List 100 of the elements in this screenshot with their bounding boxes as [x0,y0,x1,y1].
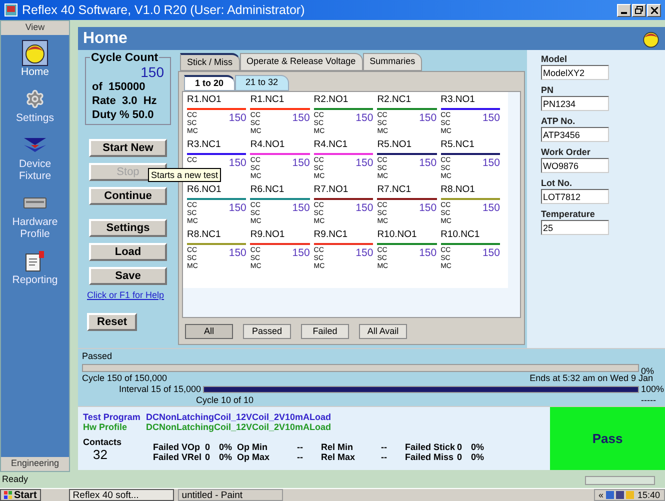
summary-value: DCNonLatchingCoil_12VCoil_2V10mALoad [146,422,332,432]
cycle-text: Cycle 150 of 150,000 [82,373,168,384]
contact-count: 150 [419,202,437,216]
result-text: Pass [592,430,623,448]
contact-count: 150 [228,112,246,126]
taskbar-button[interactable]: Reflex 40 soft... [68,489,174,501]
end-time: Ends at 5:32 am on Wed 9 Jan [530,373,653,384]
stat-value: 0 [457,452,464,462]
contact-count: 150 [292,247,310,261]
stat-value: -- [297,452,304,462]
sidebar-item[interactable]: Home [2,40,68,78]
stat-label: Failed Stick [405,442,456,452]
input-field[interactable]: ModelXY2 [541,65,609,80]
input-field[interactable]: 25 [541,220,609,235]
contact-count: 150 [419,247,437,261]
contact-name: R1.NC1 [250,94,286,106]
help-link[interactable]: Click or F1 for Help [87,289,164,302]
contact-count: 150 [419,112,437,126]
filter-button[interactable]: Passed [243,324,291,339]
contact-name: R10.NC1 [440,229,481,241]
tray-arrow[interactable]: « [598,490,604,500]
clock: 15:40 [637,490,660,500]
sidebar-item[interactable]: Settings [2,86,68,124]
field-label: PN [541,85,555,96]
input-field[interactable]: LOT7812 [541,189,609,204]
stat-value: -- [297,442,304,452]
contact-name: R6.NO1 [187,184,222,196]
tab[interactable]: Operate & Release Voltage [240,53,363,71]
contact-count: 150 [356,157,374,171]
reset-button[interactable]: Reset [87,312,137,330]
document-icon [24,250,46,272]
action-button[interactable]: Load [89,243,167,261]
contact-count: 150 [292,202,310,216]
device-box-icon [23,197,47,209]
window-title: Reflex 40 Software, V1.0 R20 (User: Administrator) [22,2,305,19]
contact-name: R3.NO1 [440,94,476,106]
status-text: Passed [82,351,114,362]
sidebar-item[interactable]: Hardware Profile [2,190,68,240]
close-button[interactable] [647,4,661,16]
stat-value: 0 [457,442,464,452]
minimize-button[interactable] [617,4,631,16]
tooltip: Starts a new test [148,168,222,182]
tab[interactable]: 1 to 20 [184,75,235,91]
restore-button[interactable] [632,4,646,16]
field-label: Work Order [541,147,592,158]
filter-button[interactable]: All [185,324,233,339]
tab[interactable]: 21 to 32 [234,75,290,91]
contact-name: R9.NC1 [314,229,349,241]
contact-count: 150 [356,202,374,216]
filter-button[interactable]: Failed [301,324,349,339]
app-icon [4,3,18,17]
sidebar-item[interactable]: Device Fixture [2,132,68,182]
contact-name: R7.NC1 [377,184,412,196]
contact-count: 150 [356,112,374,126]
action-button[interactable]: Continue [89,187,167,205]
contact-count: 150 [482,112,500,126]
contact-name: R8.NO1 [440,184,476,196]
interval-text: Interval 15 of 15,000 [119,384,202,395]
contact-name: R10.NO1 [377,229,418,241]
action-button[interactable]: Settings [89,219,167,237]
action-button[interactable]: Start New [89,139,167,157]
stat-label: Rel Max [321,452,356,462]
input-field[interactable]: PN1234 [541,96,609,111]
sidebar-item[interactable]: Reporting [2,248,68,286]
status-text: Ready [2,473,28,486]
contact-name: R3.NC1 [187,139,222,151]
tab[interactable]: Stick / Miss [180,53,240,71]
stat-label: Failed VOp [153,442,202,452]
stat-label: Failed Miss [405,452,455,462]
stat-value: 0 [205,452,212,462]
sidebar-header: View [1,21,69,35]
stat-label: Failed VRel [153,452,203,462]
cycle-rate: Rate 3.0 Hz [92,94,158,108]
contact-name: R5.NO1 [377,139,413,151]
cycle-total: of 150000 [92,80,146,94]
contact-count: 150 [356,247,374,261]
cartoon-head-icon [24,42,46,64]
contact-count: 150 [228,157,246,171]
contact-name: R8.NC1 [187,229,222,241]
contact-count: 150 [482,157,500,171]
chevron-icon [23,137,47,153]
summary-label: Test Program [83,412,142,422]
input-field[interactable]: ATP3456 [541,127,609,142]
filter-button[interactable]: All Avail [359,324,407,339]
action-button[interactable]: Save [89,267,167,285]
summary-value: DCNonLatchingCoil_12VCoil_2V10mALoad [146,412,332,422]
contacts-label: Contacts [83,437,123,447]
start-button[interactable]: Start [0,489,41,501]
contact-count: 150 [482,247,500,261]
stat-label: Op Max [237,452,271,462]
field-label: Model [541,54,568,65]
stat-label: Rel Min [321,442,354,452]
tab[interactable]: Summaries [362,53,422,71]
input-field[interactable]: WO9876 [541,158,609,173]
contact-count: 150 [419,157,437,171]
taskbar-button[interactable]: untitled - Paint [178,489,283,501]
close-icon [650,6,658,14]
engineering-button[interactable]: Engineering [1,457,69,471]
contact-name: R5.NC1 [440,139,476,151]
stat-percent: 0% [471,442,486,452]
